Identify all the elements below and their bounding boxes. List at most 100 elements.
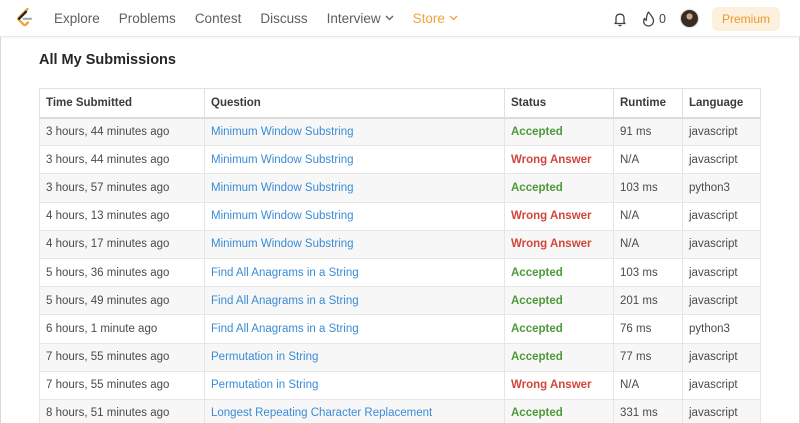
table-row: 5 hours, 36 minutes ago Find All Anagrams… <box>39 257 761 288</box>
flame-icon[interactable] <box>642 10 656 27</box>
header-runtime[interactable]: Runtime <box>613 88 683 119</box>
cell-runtime: 103 ms <box>613 173 683 203</box>
main-content: All My Submissions Time Submitted Questi… <box>39 52 761 423</box>
top-navbar: Explore Problems Contest Discuss Intervi… <box>0 0 800 37</box>
submissions-table: Time Submitted Question Status Runtime L… <box>39 88 761 423</box>
table-row: 4 hours, 17 minutes ago Minimum Window Su… <box>39 229 761 259</box>
header-question[interactable]: Question <box>204 88 505 119</box>
table-row: 6 hours, 1 minute ago Find All Anagrams i… <box>39 314 761 344</box>
question-link[interactable]: Find All Anagrams in a String <box>204 314 505 344</box>
table-row: 3 hours, 44 minutes ago Minimum Window Su… <box>39 116 761 147</box>
window-border-left <box>0 0 1 423</box>
cell-time-submitted: 7 hours, 55 minutes ago <box>39 370 205 400</box>
cell-time-submitted: 6 hours, 1 minute ago <box>39 314 205 344</box>
question-link[interactable]: Permutation in String <box>204 342 505 372</box>
question-link[interactable]: Minimum Window Substring <box>204 173 505 203</box>
cell-time-submitted: 4 hours, 17 minutes ago <box>39 229 205 259</box>
cell-runtime: 103 ms <box>613 257 683 288</box>
cell-language: javascript <box>682 145 761 175</box>
nav-explore-label: Explore <box>54 10 100 26</box>
cell-time-submitted: 5 hours, 36 minutes ago <box>39 257 205 288</box>
question-link[interactable]: Permutation in String <box>204 370 505 400</box>
table-body: 3 hours, 44 minutes ago Minimum Window Su… <box>39 116 761 423</box>
cell-time-submitted: 3 hours, 44 minutes ago <box>39 145 205 175</box>
status-badge[interactable]: Accepted <box>504 342 614 372</box>
status-badge[interactable]: Accepted <box>504 173 614 203</box>
cell-time-submitted: 7 hours, 55 minutes ago <box>39 342 205 372</box>
cell-language: javascript <box>682 257 761 288</box>
chevron-down-icon <box>449 15 458 21</box>
cell-language: javascript <box>682 342 761 372</box>
cell-language: python3 <box>682 173 761 203</box>
status-badge[interactable]: Wrong Answer <box>504 229 614 259</box>
table-header: Time Submitted Question Status Runtime L… <box>39 88 761 119</box>
cell-language: javascript <box>682 116 761 147</box>
cell-time-submitted: 3 hours, 44 minutes ago <box>39 116 205 147</box>
status-badge[interactable]: Wrong Answer <box>504 201 614 231</box>
cell-runtime: N/A <box>613 229 683 259</box>
header-time-submitted[interactable]: Time Submitted <box>39 88 205 119</box>
cell-language: javascript <box>682 229 761 259</box>
question-link[interactable]: Longest Repeating Character Replacement <box>204 398 505 423</box>
status-badge[interactable]: Accepted <box>504 398 614 423</box>
nav-discuss-label: Discuss <box>260 10 308 26</box>
table-row: 8 hours, 51 minutes ago Longest Repeating… <box>39 398 761 423</box>
chevron-down-icon <box>385 15 394 21</box>
nav-problems[interactable]: Problems <box>119 11 176 26</box>
nav-contest[interactable]: Contest <box>195 11 242 26</box>
cell-runtime: N/A <box>613 145 683 175</box>
nav-right-group: 0 Premium <box>612 0 780 37</box>
table-row: 4 hours, 13 minutes ago Minimum Window Su… <box>39 201 761 231</box>
cell-time-submitted: 3 hours, 57 minutes ago <box>39 173 205 203</box>
status-badge[interactable]: Accepted <box>504 116 614 147</box>
cell-language: javascript <box>682 370 761 400</box>
nav-contest-label: Contest <box>194 10 242 26</box>
status-badge[interactable]: Accepted <box>504 257 614 288</box>
table-row: 7 hours, 55 minutes ago Permutation in St… <box>39 370 761 400</box>
nav-problems-label: Problems <box>118 10 176 26</box>
streak-count: 0 <box>659 11 666 26</box>
table-row: 3 hours, 44 minutes ago Minimum Window Su… <box>39 145 761 175</box>
cell-time-submitted: 4 hours, 13 minutes ago <box>39 201 205 231</box>
cell-runtime: 76 ms <box>613 314 683 344</box>
table-row: 3 hours, 57 minutes ago Minimum Window Su… <box>39 173 761 203</box>
nav-store-label: Store <box>412 10 445 26</box>
status-badge[interactable]: Accepted <box>504 314 614 344</box>
header-language[interactable]: Language <box>682 88 761 119</box>
cell-runtime: 331 ms <box>613 398 683 423</box>
cell-time-submitted: 8 hours, 51 minutes ago <box>39 398 205 423</box>
nav-interview-label: Interview <box>326 10 381 26</box>
nav-store[interactable]: Store <box>413 11 458 26</box>
nav-explore[interactable]: Explore <box>54 11 100 26</box>
question-link[interactable]: Minimum Window Substring <box>204 145 505 175</box>
status-badge[interactable]: Accepted <box>504 286 614 316</box>
bell-icon[interactable] <box>612 11 628 27</box>
table-row: 7 hours, 55 minutes ago Permutation in St… <box>39 342 761 372</box>
app-window: Explore Problems Contest Discuss Intervi… <box>0 0 800 423</box>
avatar[interactable] <box>679 9 699 28</box>
leetcode-logo-icon[interactable] <box>16 7 36 29</box>
nav-discuss[interactable]: Discuss <box>260 11 307 26</box>
status-badge[interactable]: Wrong Answer <box>504 145 614 175</box>
cell-time-submitted: 5 hours, 49 minutes ago <box>39 286 205 316</box>
question-link[interactable]: Find All Anagrams in a String <box>204 286 505 316</box>
header-status[interactable]: Status <box>504 88 614 119</box>
cell-runtime: 77 ms <box>613 342 683 372</box>
cell-language: javascript <box>682 286 761 316</box>
question-link[interactable]: Minimum Window Substring <box>204 116 505 147</box>
cell-runtime: N/A <box>613 201 683 231</box>
cell-runtime: 201 ms <box>613 286 683 316</box>
question-link[interactable]: Minimum Window Substring <box>204 201 505 231</box>
cell-language: javascript <box>682 201 761 231</box>
premium-button[interactable]: Premium <box>711 6 780 31</box>
question-link[interactable]: Minimum Window Substring <box>204 229 505 259</box>
question-link[interactable]: Find All Anagrams in a String <box>204 257 505 288</box>
cell-language: python3 <box>682 314 761 344</box>
table-row: 5 hours, 49 minutes ago Find All Anagrams… <box>39 286 761 316</box>
nav-interview[interactable]: Interview <box>327 11 394 26</box>
page-title: All My Submissions <box>39 52 176 68</box>
status-badge[interactable]: Wrong Answer <box>504 370 614 400</box>
cell-runtime: 91 ms <box>613 116 683 147</box>
cell-language: javascript <box>682 398 761 423</box>
cell-runtime: N/A <box>613 370 683 400</box>
